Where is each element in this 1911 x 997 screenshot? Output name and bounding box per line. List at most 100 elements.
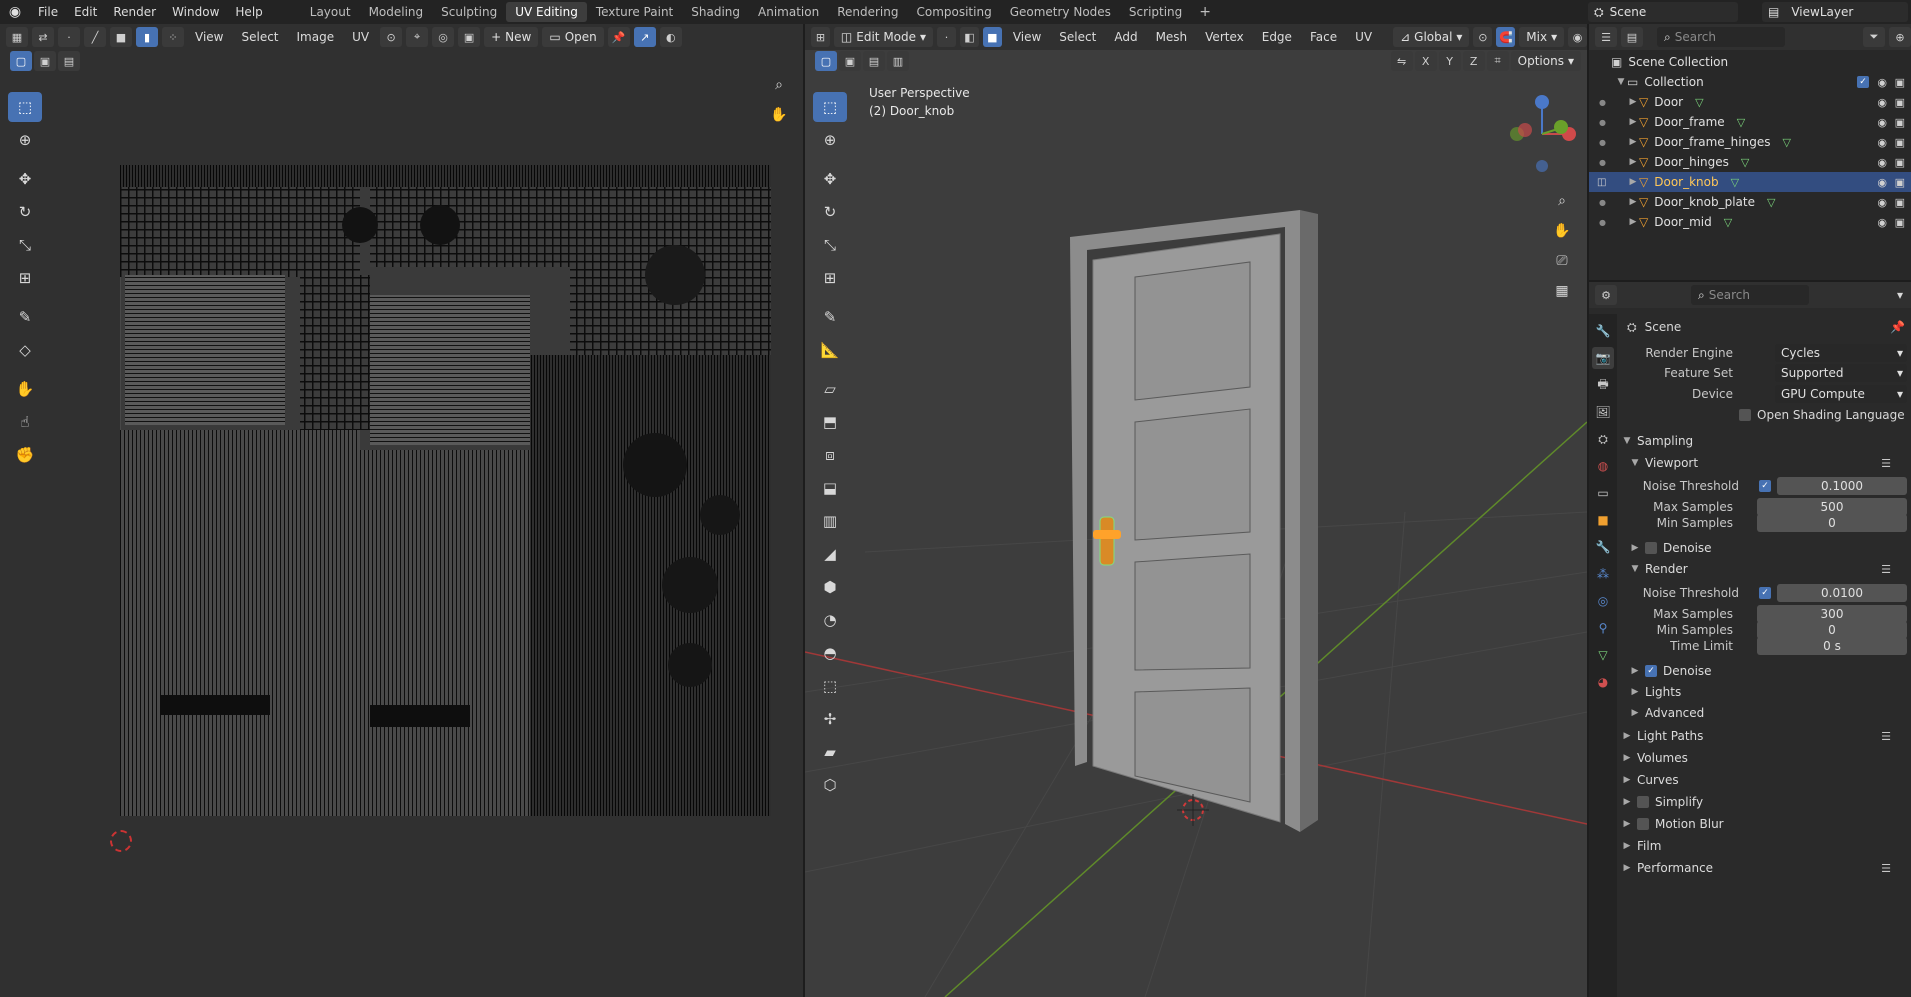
zoom-icon[interactable]: ⌕ [1549,188,1575,214]
tab-rendering[interactable]: Rendering [828,2,907,22]
face-mode-icon[interactable]: ■ [982,27,1002,47]
smooth-tool-icon[interactable]: ◓ [813,638,847,668]
chevron-down-icon[interactable]: ▾ [1897,288,1903,302]
camera-view-icon[interactable]: ⎚ [1549,248,1575,274]
select-subtract-icon[interactable]: ▤ [58,51,80,71]
camera-icon[interactable]: ▣ [1895,136,1905,149]
eye-icon[interactable]: ◉ [1877,116,1887,129]
vp-scale-tool-icon[interactable]: ⤡ [813,230,847,260]
particles-tab-icon[interactable]: ⁂ [1592,563,1614,585]
knife-tool-icon[interactable]: ◢ [813,539,847,569]
scene-tab-icon[interactable]: ⛭ [1592,428,1614,450]
tab-scripting[interactable]: Scripting [1120,2,1191,22]
outliner-item-door-frame[interactable]: ● ▶ ▽ Door_frame ▽ ◉ ▣ [1589,112,1911,132]
grab-tool-icon[interactable]: ✋ [8,374,42,404]
tab-texture-paint[interactable]: Texture Paint [587,2,682,22]
overlay-icon[interactable]: ◐ [659,27,682,47]
edge-slide-tool-icon[interactable]: ⬚ [813,671,847,701]
r-denoise-subpanel[interactable]: ▶ ✓ Denoise [1629,660,1911,682]
display-mode-icon[interactable]: ▤ [1621,27,1643,47]
shear-tool-icon[interactable]: ▰ [813,737,847,767]
tool-tab-icon[interactable]: 🔧 [1592,320,1614,342]
vp-select-new-icon[interactable]: ▢ [815,51,837,71]
outliner-search-field[interactable]: ⌕ Search [1657,27,1785,47]
edit-mode-icon[interactable]: ◫ [1597,177,1606,188]
viewport-scene[interactable] [805,72,1587,997]
mirror-z-toggle[interactable]: Z [1462,51,1485,71]
uv-editor[interactable]: ▦ ⇄ · ╱ ■ ▮ ⁘ View Select Image UV ⊙ ⌖ ◎… [0,24,803,997]
presets-list-icon[interactable]: ☰ [1881,457,1891,470]
move-tool-icon[interactable]: ✥ [8,164,42,194]
gizmo-neg-x-icon[interactable] [1518,123,1532,137]
poly-build-tool-icon[interactable]: ⬢ [813,572,847,602]
camera-icon[interactable]: ▣ [1895,176,1905,189]
options-dropdown[interactable]: Options ▾ [1510,51,1581,71]
transform-tool-icon[interactable]: ⊞ [8,263,42,293]
menu-edit[interactable]: Edit [66,0,105,24]
vp-menu-mesh[interactable]: Mesh [1149,30,1195,44]
uv-menu-select[interactable]: Select [234,30,285,44]
gizmo-y-icon[interactable] [1554,120,1568,134]
blender-logo-icon[interactable]: ◉ [0,0,30,24]
camera-icon[interactable]: ▣ [1895,116,1905,129]
vp-cursor-tool-icon[interactable]: ⊕ [813,125,847,155]
menu-help[interactable]: Help [227,0,270,24]
mirror-y-toggle[interactable]: Y [1438,51,1461,71]
simplify-panel[interactable]: ▶ Simplify [1621,791,1911,813]
door-knob-mesh[interactable] [1093,530,1121,539]
chevron-right-icon[interactable]: ▶ [1627,177,1639,187]
uv-menu-image[interactable]: Image [290,30,342,44]
r-time-limit-field[interactable]: 0 s [1757,637,1907,655]
add-cube-tool-icon[interactable]: ▱ [813,374,847,404]
osl-checkbox-group[interactable]: Open Shading Language [1739,408,1905,422]
mirror-icon[interactable]: ⇋ [1390,51,1413,71]
camera-icon[interactable]: ▣ [1895,96,1905,109]
eye-icon[interactable]: ◉ [1877,216,1887,229]
properties-search-field[interactable]: ⌕ Search [1691,285,1809,305]
ortho-grid-icon[interactable]: ▦ [1549,278,1575,304]
annotate-tool-icon[interactable]: ✎ [8,302,42,332]
world-tab-icon[interactable]: ◍ [1592,455,1614,477]
collection-exclude-checkbox[interactable]: ✓ [1857,76,1869,88]
face-select-icon[interactable]: ■ [110,27,132,47]
outliner-item-door-mid[interactable]: ● ▶ ▽ Door_mid ▽ ◉ ▣ [1589,212,1911,232]
outliner-item-door-frame-hinges[interactable]: ● ▶ ▽ Door_frame_hinges ▽ ◉ ▣ [1589,132,1911,152]
device-dropdown[interactable]: GPU Compute ▾ [1775,385,1907,403]
osl-checkbox[interactable] [1739,409,1751,421]
chevron-right-icon[interactable]: ▶ [1627,137,1639,147]
vp-min-samples-field[interactable]: 0 [1757,514,1907,532]
vp-menu-uv[interactable]: UV [1348,30,1379,44]
select-box-tool-icon[interactable]: ⬚ [8,92,42,122]
curves-panel[interactable]: ▶ Curves [1621,769,1911,791]
pin-icon[interactable]: 📌 [607,27,630,47]
outliner-item-door[interactable]: ● ▶ ▽ Door ▽ ◉ ▣ [1589,92,1911,112]
select-extend-icon[interactable]: ▣ [34,51,56,71]
outliner-type-icon[interactable]: ☰ [1595,27,1617,47]
uv-layout-canvas[interactable] [120,165,771,816]
data-tab-icon[interactable]: ▽ [1592,644,1614,666]
eye-icon[interactable]: ◉ [1877,156,1887,169]
sampling-panel-header[interactable]: ▼ Sampling [1621,430,1911,452]
tab-uv-editing[interactable]: UV Editing [506,2,587,22]
menu-file[interactable]: File [30,0,66,24]
vp-transform-tool-icon[interactable]: ⊞ [813,263,847,293]
motion-blur-checkbox[interactable] [1637,818,1649,830]
tab-compositing[interactable]: Compositing [907,2,1000,22]
eye-icon[interactable]: ◉ [1877,196,1887,209]
camera-icon[interactable]: ▣ [1895,196,1905,209]
menu-window[interactable]: Window [164,0,227,24]
measure-tool-icon[interactable]: 📐 [813,335,847,365]
material-tab-icon[interactable]: ◕ [1592,671,1614,693]
new-image-button[interactable]: + New [484,27,539,47]
modifier-tab-icon[interactable]: 🔧 [1592,536,1614,558]
performance-panel[interactable]: ▶ Performance ☰ [1621,857,1911,879]
vp-denoise-checkbox[interactable] [1645,542,1657,554]
properties-type-icon[interactable]: ⚙ [1595,285,1617,305]
pinch-tool-icon[interactable]: ✊ [8,440,42,470]
pivot-point-icon[interactable]: ⊙ [1473,27,1493,47]
gizmo-icon[interactable]: ↗ [633,27,656,47]
presets-list-icon[interactable]: ☰ [1881,862,1891,875]
feature-set-dropdown[interactable]: Supported ▾ [1775,364,1907,382]
tab-geometry-nodes[interactable]: Geometry Nodes [1001,2,1120,22]
proportional-icon[interactable]: ◉ [1568,27,1587,47]
